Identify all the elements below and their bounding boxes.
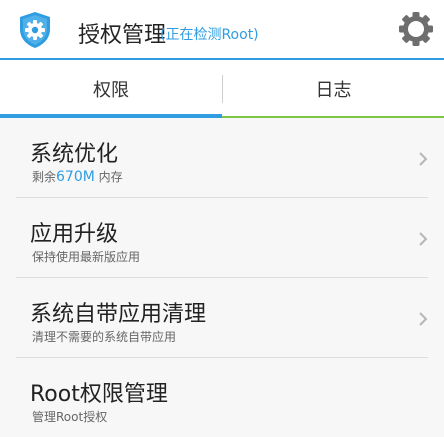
tab-log-label: 日志: [315, 80, 352, 101]
chevron-right-icon: [419, 152, 428, 166]
tab-permissions[interactable]: 权限: [0, 60, 222, 118]
root-status-text: (正在检测Root): [160, 27, 259, 43]
memory-prefix: 剩余: [32, 170, 57, 184]
page-title: 授权管理: [78, 23, 167, 48]
app-header: 授权管理 (正在检测Root): [0, 0, 444, 60]
list-item-app-upgrade[interactable]: 应用升级 保持使用最新版应用: [16, 198, 428, 278]
list-item-system-app-cleanup[interactable]: 系统自带应用清理 清理不需要的系统自带应用: [16, 278, 428, 358]
item-title: 系统优化: [30, 142, 119, 167]
list-item-root-permission[interactable]: Root权限管理 管理Root授权: [16, 358, 428, 437]
chevron-right-icon: [419, 312, 428, 326]
tab-permissions-label: 权限: [93, 80, 129, 101]
menu-list: 系统优化 剩余670M 内存 应用升级 保持使用最新版应用 系统自带应用清理 清…: [0, 118, 444, 437]
item-desc: 保持使用最新版应用: [32, 250, 141, 264]
chevron-right-icon: [419, 232, 428, 246]
item-title: 系统自带应用清理: [30, 302, 207, 327]
item-title: 应用升级: [30, 222, 119, 247]
tab-log[interactable]: 日志: [223, 60, 444, 118]
shield-gear-icon: [20, 12, 50, 48]
item-desc: 清理不需要的系统自带应用: [32, 330, 177, 344]
list-item-system-optimize[interactable]: 系统优化 剩余670M 内存: [16, 118, 428, 198]
memory-value: 670M: [56, 169, 95, 185]
memory-suffix: 内存: [94, 170, 123, 184]
gear-icon[interactable]: [397, 10, 435, 48]
item-desc: 剩余670M 内存: [32, 168, 123, 185]
item-title: Root权限管理: [30, 382, 168, 407]
item-desc: 管理Root授权: [32, 410, 108, 424]
tab-bar: 权限 日志: [0, 60, 444, 118]
